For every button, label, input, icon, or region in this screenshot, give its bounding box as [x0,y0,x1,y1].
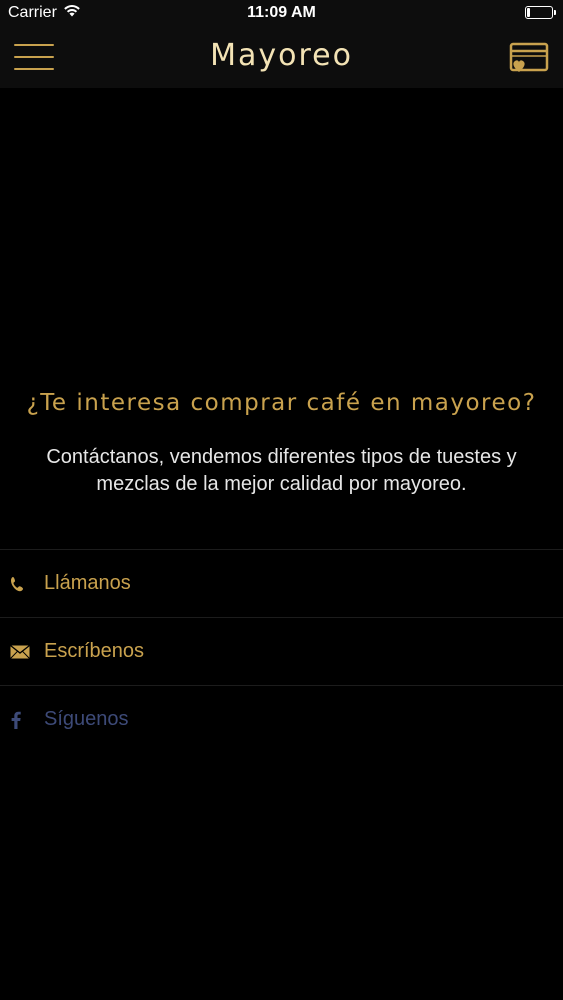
status-bar: Carrier 11:09 AM [0,0,563,28]
envelope-icon [10,644,32,659]
follow-us-button[interactable]: Síguenos [0,686,563,753]
navigation-bar: Mayoreo [0,28,563,88]
page-title: Mayoreo [210,38,353,73]
contact-list: Llámanos Escríbenos Síguenos [0,549,563,753]
follow-us-label: Síguenos [44,708,129,730]
app-screen: Carrier 11:09 AM Mayoreo ¿Te interesa co… [0,0,563,1000]
call-us-button[interactable]: Llámanos [0,550,563,618]
battery-level [527,8,530,17]
headline: ¿Te interesa comprar café en mayoreo? [26,390,537,416]
description-text: Contáctanos, vendemos diferentes tipos d… [46,446,517,495]
status-right [525,6,556,19]
loyalty-card-icon[interactable] [509,42,549,74]
facebook-icon [10,711,32,729]
call-us-label: Llámanos [44,572,131,594]
write-us-label: Escríbenos [44,640,145,662]
phone-icon [10,576,32,592]
write-us-button[interactable]: Escríbenos [0,618,563,686]
status-time: 11:09 AM [247,4,316,21]
battery-icon [525,6,556,19]
